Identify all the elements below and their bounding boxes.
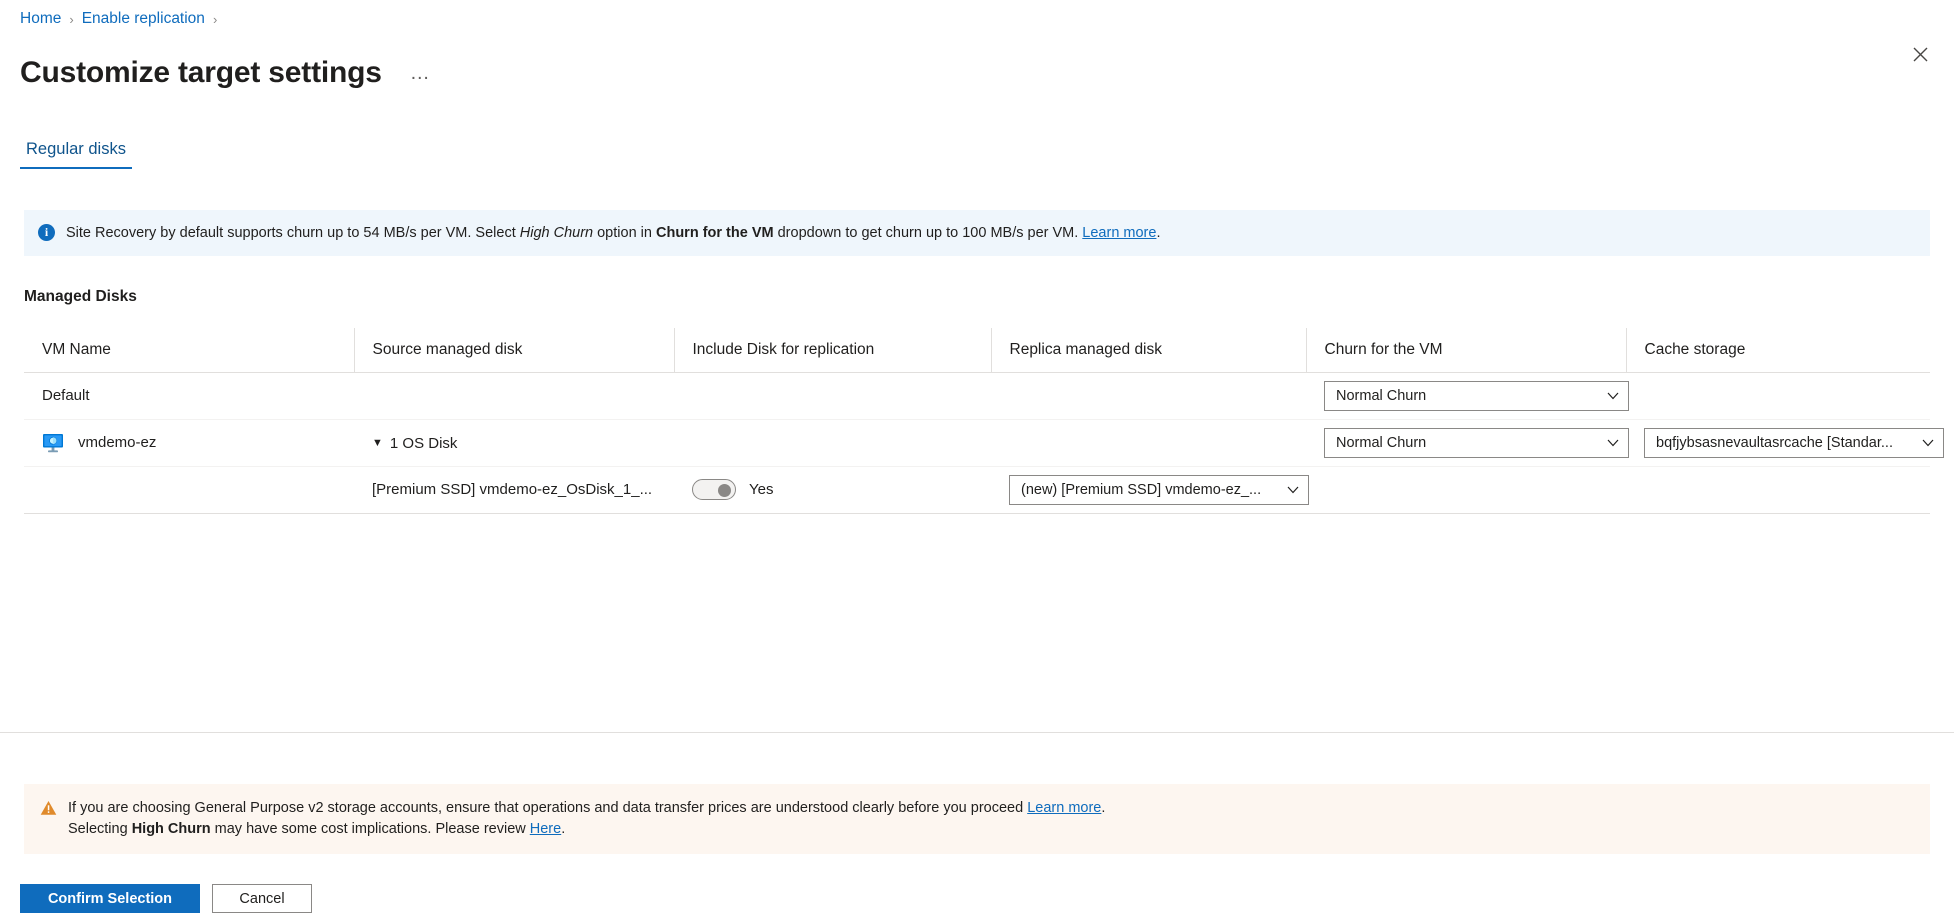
cell-churn-default: Normal Churn [1306, 372, 1626, 419]
info-banner: i Site Recovery by default supports chur… [24, 210, 1930, 256]
cell-replica-vm [991, 419, 1306, 466]
warning-line-2-strong-high-churn: High Churn [132, 821, 211, 837]
toggle-knob [718, 484, 731, 497]
include-disk-toggle-cell: Yes [692, 479, 991, 500]
info-text-segment-2: option in [593, 225, 656, 241]
column-header-churn-for-the-vm[interactable]: Churn for the VM [1306, 328, 1626, 372]
os-disk-expander-label: 1 OS Disk [390, 435, 458, 452]
warning-line-2: Selecting High Churn may have some cost … [68, 819, 1105, 840]
info-text-strong-churn-for-the-vm: Churn for the VM [656, 225, 774, 241]
source-disk-label: [Premium SSD] vmdemo-ez_OsDisk_1_... [372, 481, 652, 498]
chevron-down-icon [1607, 439, 1619, 447]
warning-line-2-segment-2: may have some cost implications. Please … [211, 821, 530, 837]
confirm-selection-button[interactable]: Confirm Selection [20, 884, 200, 913]
warning-line-1: If you are choosing General Purpose v2 s… [68, 798, 1105, 819]
breadcrumb-separator-icon: › [213, 12, 217, 27]
chevron-down-icon [1922, 439, 1934, 447]
breadcrumb-separator-icon: › [69, 12, 73, 27]
action-bar: Confirm Selection Cancel [20, 884, 312, 913]
warning-banner: If you are choosing General Purpose v2 s… [24, 784, 1930, 854]
cell-cache-vm: bqfjybsasnevaultasrcache [Standar... [1626, 419, 1930, 466]
churn-select-vmdemo-ez[interactable]: Normal Churn [1324, 428, 1629, 458]
cell-replica-default [991, 372, 1306, 419]
page-title: Customize target settings [20, 54, 382, 92]
cache-storage-select-value: bqfjybsasnevaultasrcache [Standar... [1656, 435, 1893, 451]
column-header-replica-managed-disk[interactable]: Replica managed disk [991, 328, 1306, 372]
managed-disks-table: VM Name Source managed disk Include Disk… [24, 328, 1930, 514]
warning-line-1-segment-2: . [1101, 800, 1105, 816]
cell-vm-name-disk [24, 466, 354, 513]
churn-select-default[interactable]: Normal Churn [1324, 381, 1629, 411]
cell-include-disk: Yes [674, 466, 991, 513]
cell-source-disk-default [354, 372, 674, 419]
cancel-button[interactable]: Cancel [212, 884, 312, 913]
customize-target-settings-blade: Home › Enable replication › Customize ta… [0, 0, 1954, 922]
cell-vm-name-default: Default [24, 372, 354, 419]
managed-disks-heading: Managed Disks [24, 288, 137, 306]
os-disk-expander[interactable]: ▼ 1 OS Disk [372, 435, 457, 452]
table-row: vmdemo-ez ▼ 1 OS Disk Normal Churn [24, 419, 1930, 466]
table-header-row: VM Name Source managed disk Include Disk… [24, 328, 1930, 372]
tab-regular-disks[interactable]: Regular disks [20, 138, 132, 169]
warning-line-2-segment-3: . [561, 821, 565, 837]
cell-include-default [674, 372, 991, 419]
column-header-include-disk-for-replication[interactable]: Include Disk for replication [674, 328, 991, 372]
managed-disks-table-wrapper: VM Name Source managed disk Include Disk… [24, 328, 1930, 514]
tab-list: Regular disks [20, 138, 132, 169]
column-header-vm-name[interactable]: VM Name [24, 328, 354, 372]
warning-line-2-segment-1: Selecting [68, 821, 132, 837]
churn-select-vmdemo-ez-value: Normal Churn [1336, 435, 1426, 451]
cell-include-vm [674, 419, 991, 466]
info-text-segment-3: dropdown to get churn up to 100 MB/s per… [774, 225, 1083, 241]
info-text-emphasis-high-churn: High Churn [520, 225, 593, 241]
cell-vm-name-vmdemo-ez: vmdemo-ez [24, 419, 354, 466]
table-row: [Premium SSD] vmdemo-ez_OsDisk_1_... Yes… [24, 466, 1930, 513]
replica-managed-disk-select[interactable]: (new) [Premium SSD] vmdemo-ez_... [1009, 475, 1309, 505]
warning-here-link[interactable]: Here [530, 821, 561, 837]
cell-cache-disk [1626, 466, 1930, 513]
warning-line-1-segment-1: If you are choosing General Purpose v2 s… [68, 800, 1027, 816]
table-row: Default Normal Churn [24, 372, 1930, 419]
table-header: VM Name Source managed disk Include Disk… [24, 328, 1930, 372]
info-text-segment-4: . [1156, 225, 1160, 241]
cell-cache-default [1626, 372, 1930, 419]
breadcrumb-item-enable-replication[interactable]: Enable replication [82, 10, 205, 28]
info-text-segment-1: Site Recovery by default supports churn … [66, 225, 520, 241]
breadcrumb-item-home[interactable]: Home [20, 10, 61, 28]
cell-source-disk-vm: ▼ 1 OS Disk [354, 419, 674, 466]
table-body: Default Normal Churn [24, 372, 1930, 513]
include-disk-toggle[interactable] [692, 479, 736, 500]
include-disk-toggle-label: Yes [749, 481, 773, 498]
footer-divider [0, 732, 1954, 733]
breadcrumb: Home › Enable replication › [20, 8, 217, 30]
cell-replica-disk: (new) [Premium SSD] vmdemo-ez_... [991, 466, 1306, 513]
cell-churn-disk [1306, 466, 1626, 513]
virtual-machine-icon [42, 433, 64, 453]
vm-name-cell: vmdemo-ez [42, 433, 354, 453]
title-row: Customize target settings … [20, 34, 437, 112]
column-header-cache-storage[interactable]: Cache storage [1626, 328, 1930, 372]
tab-regular-disks-label: Regular disks [26, 140, 126, 158]
replica-managed-disk-select-value: (new) [Premium SSD] vmdemo-ez_... [1021, 482, 1261, 498]
more-options-button[interactable]: … [404, 63, 437, 83]
info-icon: i [38, 224, 55, 241]
warning-triangle-icon [40, 800, 57, 816]
chevron-down-icon [1287, 486, 1299, 494]
cell-source-disk-name: [Premium SSD] vmdemo-ez_OsDisk_1_... [354, 466, 674, 513]
cell-churn-vm: Normal Churn [1306, 419, 1626, 466]
close-button[interactable] [1902, 36, 1938, 72]
info-banner-text: Site Recovery by default supports churn … [66, 223, 1160, 243]
caret-down-icon: ▼ [372, 438, 383, 449]
warning-learn-more-link[interactable]: Learn more [1027, 800, 1101, 816]
vm-name-label: vmdemo-ez [78, 434, 156, 451]
info-banner-learn-more-link[interactable]: Learn more [1082, 225, 1156, 241]
warning-banner-text: If you are choosing General Purpose v2 s… [68, 798, 1105, 840]
chevron-down-icon [1607, 392, 1619, 400]
churn-select-default-value: Normal Churn [1336, 388, 1426, 404]
column-header-source-managed-disk[interactable]: Source managed disk [354, 328, 674, 372]
close-icon [1913, 47, 1928, 62]
cache-storage-select[interactable]: bqfjybsasnevaultasrcache [Standar... [1644, 428, 1944, 458]
